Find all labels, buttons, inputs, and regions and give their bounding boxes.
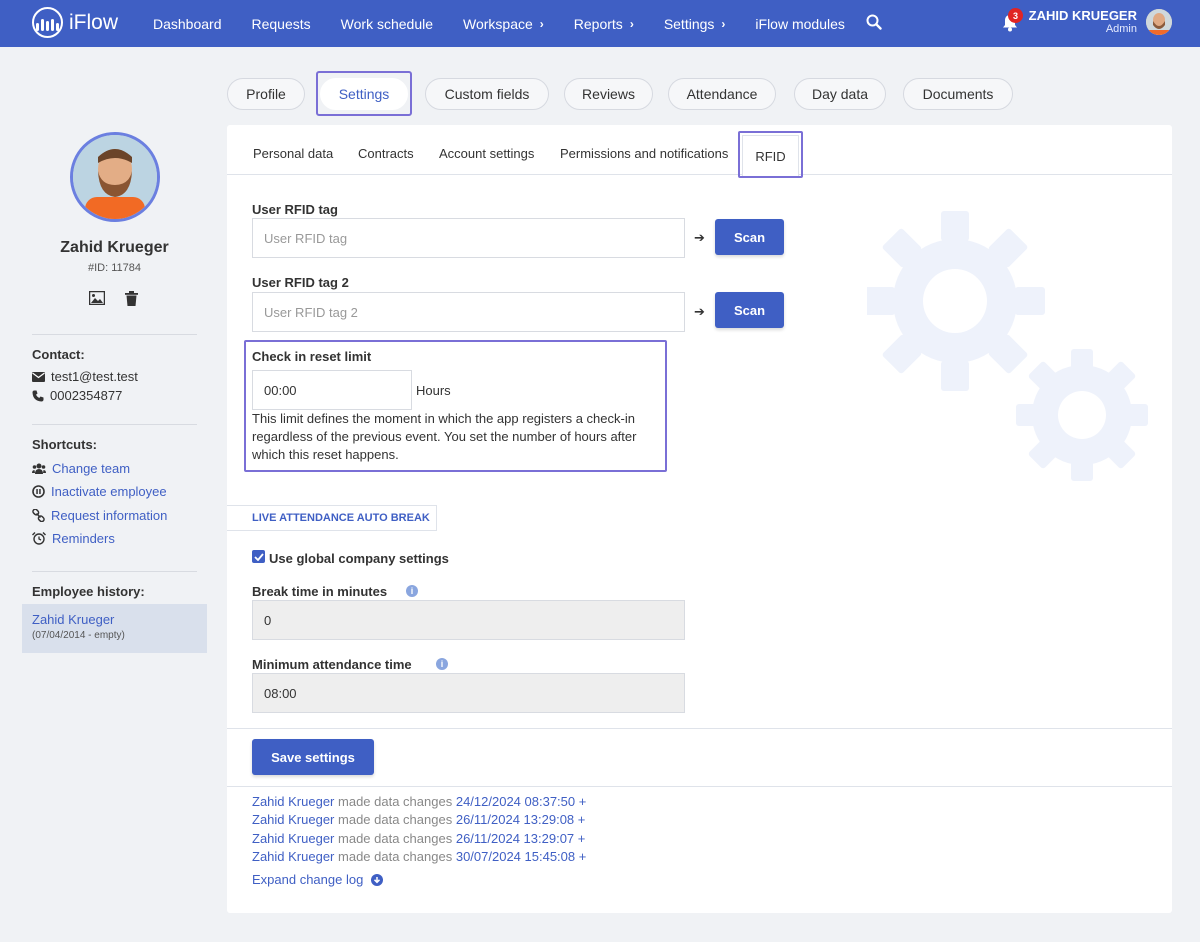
divider: [227, 728, 1172, 729]
gears-icon: [867, 211, 1148, 481]
auto-break-section-title: LIVE ATTENDANCE AUTO BREAK: [227, 505, 437, 531]
history-heading: Employee history:: [32, 584, 145, 599]
arrow-right-icon: ➔: [694, 230, 705, 245]
divider: [32, 424, 197, 425]
min-attendance-input[interactable]: 08:00: [252, 673, 685, 713]
shortcut-inactivate-employee[interactable]: Inactivate employee: [32, 484, 167, 499]
users-icon: [32, 463, 46, 474]
tab-documents[interactable]: Documents: [903, 78, 1013, 110]
save-settings-button[interactable]: Save settings: [252, 739, 374, 775]
chevron-right-icon: ›: [721, 16, 726, 31]
nav-settings[interactable]: Settings ›: [664, 16, 726, 32]
trash-icon[interactable]: [125, 291, 138, 306]
avatar[interactable]: [1146, 9, 1172, 35]
break-time-label: Break time in minutes: [252, 584, 388, 599]
reset-limit-input[interactable]: 00:00: [252, 370, 412, 410]
app-name: iFlow: [69, 10, 119, 34]
arrow-down-circle-icon: [371, 873, 384, 886]
history-item-name[interactable]: Zahid Krueger: [32, 612, 114, 627]
contact-heading: Contact:: [32, 347, 85, 362]
check-icon: [253, 552, 264, 561]
subtab-account-settings[interactable]: Account settings: [439, 146, 534, 161]
settings-tab-highlight: [316, 71, 412, 116]
info-icon[interactable]: i: [436, 658, 448, 670]
rfid1-label: User RFID tag: [252, 202, 338, 217]
reset-limit-unit: Hours: [416, 383, 451, 398]
nav-reports[interactable]: Reports ›: [574, 16, 634, 32]
arrow-right-icon: ➔: [694, 304, 705, 319]
notification-badge: 3: [1008, 8, 1023, 23]
break-time-input[interactable]: 0: [252, 600, 685, 640]
chevron-right-icon: ›: [539, 16, 544, 31]
divider: [32, 571, 197, 572]
image-icon[interactable]: [89, 291, 105, 305]
min-attendance-label: Minimum attendance time: [252, 657, 412, 672]
tab-attendance[interactable]: Attendance: [668, 78, 776, 110]
rfid1-input[interactable]: User RFID tag: [252, 218, 685, 258]
nav-iflow-modules[interactable]: iFlow modules: [755, 16, 844, 32]
subtab-personal-data[interactable]: Personal data: [253, 146, 333, 161]
scan-button-1[interactable]: Scan: [715, 219, 784, 255]
divider: [227, 786, 1172, 787]
log-entry: Zahid Krueger made data changes 26/11/20…: [252, 812, 586, 827]
history-item-date: (07/04/2014 - empty): [32, 630, 125, 641]
main-menu: Dashboard Requests Work schedule Workspa…: [153, 0, 875, 47]
shortcut-request-information[interactable]: Request information: [32, 508, 167, 523]
tab-custom-fields[interactable]: Custom fields: [425, 78, 549, 110]
envelope-icon: [32, 371, 45, 382]
logo-icon: [32, 7, 63, 38]
user-role: Admin: [1105, 23, 1137, 35]
employee-id: #ID: 11784: [87, 262, 141, 274]
subtab-permissions-notifications[interactable]: Permissions and notifications: [560, 146, 728, 161]
shortcut-change-team[interactable]: Change team: [32, 461, 130, 476]
shortcut-reminders[interactable]: Reminders: [32, 531, 115, 546]
phone-icon: [32, 390, 44, 401]
search-icon[interactable]: [866, 14, 882, 30]
tab-reviews[interactable]: Reviews: [564, 78, 653, 110]
top-navbar: iFlow Dashboard Requests Work schedule W…: [0, 0, 1200, 47]
app-logo[interactable]: iFlow: [32, 7, 118, 38]
reset-limit-label: Check in reset limit: [252, 349, 372, 364]
global-settings-label[interactable]: Use global company settings: [269, 551, 449, 566]
nav-work-schedule[interactable]: Work schedule: [341, 16, 433, 32]
settings-subtabs: Personal data Contracts Account settings…: [227, 125, 1172, 178]
expand-change-log[interactable]: Expand change log: [252, 872, 384, 887]
subtab-contracts[interactable]: Contracts: [358, 146, 414, 161]
log-entry: Zahid Krueger made data changes 26/11/20…: [252, 831, 586, 846]
divider: [32, 334, 197, 335]
rfid2-input[interactable]: User RFID tag 2: [252, 292, 685, 332]
contact-email: test1@test.test: [32, 369, 138, 384]
history-item[interactable]: Zahid Krueger (07/04/2014 - empty): [22, 604, 207, 653]
scan-button-2[interactable]: Scan: [715, 292, 784, 328]
chevron-right-icon: ›: [629, 16, 634, 31]
nav-workspace[interactable]: Workspace ›: [463, 16, 544, 32]
pause-circle-icon: [32, 485, 45, 498]
avatar-actions: [89, 291, 138, 306]
tab-day-data[interactable]: Day data: [794, 78, 886, 110]
settings-card: Personal data Contracts Account settings…: [227, 125, 1172, 913]
alarm-clock-icon: [32, 532, 46, 545]
shortcuts-heading: Shortcuts:: [32, 437, 97, 452]
info-icon[interactable]: i: [406, 585, 418, 597]
reset-limit-hint: This limit defines the moment in which t…: [252, 411, 637, 462]
contact-phone: 0002354877: [32, 388, 122, 403]
rfid2-label: User RFID tag 2: [252, 275, 349, 290]
nav-requests[interactable]: Requests: [252, 16, 311, 32]
nav-dashboard[interactable]: Dashboard: [153, 16, 222, 32]
global-settings-checkbox[interactable]: [252, 550, 265, 563]
tab-profile[interactable]: Profile: [227, 78, 305, 110]
employee-name: Zahid Krueger: [60, 239, 169, 256]
user-name[interactable]: ZAHID KRUEGER: [1029, 8, 1137, 23]
employee-avatar: [70, 132, 160, 222]
rfid-tab-highlight: [738, 131, 803, 178]
log-entry: Zahid Krueger made data changes 30/07/20…: [252, 849, 587, 864]
link-icon: [32, 509, 45, 522]
log-entry: Zahid Krueger made data changes 24/12/20…: [252, 794, 587, 809]
